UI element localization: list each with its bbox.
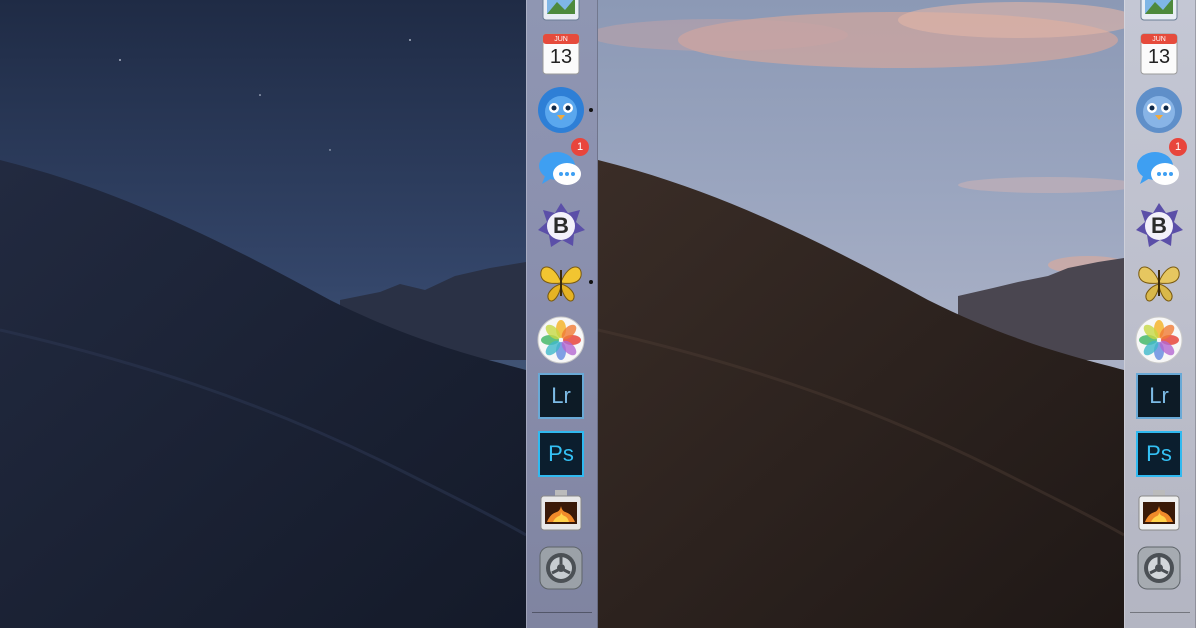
- dock-item-photos[interactable]: [535, 314, 587, 366]
- dock-item-photo-booth[interactable]: [1133, 486, 1185, 538]
- dock-item-calendar[interactable]: JUN 13: [535, 28, 587, 80]
- dock-dark: JUN 13 1 B Lr Ps: [526, 0, 598, 628]
- running-indicator: [589, 108, 593, 112]
- lightroom-icon: Lr: [538, 373, 584, 419]
- unread-badge: 1: [1169, 138, 1187, 156]
- photos-flower-icon: [1135, 316, 1183, 364]
- bbedit-letter: B: [553, 213, 569, 238]
- calendar-day: 13: [549, 46, 573, 68]
- desktop-wallpaper-night: [0, 0, 526, 628]
- dock-item-preview[interactable]: [1133, 0, 1185, 28]
- running-indicator: [589, 280, 593, 284]
- dock-item-tweetbot[interactable]: [535, 84, 593, 136]
- gear-icon: [539, 546, 583, 590]
- desktop-wallpaper-day: [598, 0, 1124, 628]
- unread-badge: 1: [571, 138, 589, 156]
- butterfly-icon: [540, 266, 582, 302]
- dock-item-tes[interactable]: [535, 256, 593, 308]
- dock-item-photo-booth[interactable]: [535, 486, 587, 538]
- mojave-day-wallpaper: [598, 0, 1124, 628]
- photoshop-icon: Ps: [538, 431, 584, 477]
- mojave-night-wallpaper: [0, 0, 526, 628]
- dock-item-tes[interactable]: [1133, 256, 1185, 308]
- photoshop-icon: Ps: [1136, 431, 1182, 477]
- dock-item-preview[interactable]: [535, 0, 587, 28]
- dock-item-messages[interactable]: 1: [1133, 138, 1187, 194]
- dock-item-tweetbot[interactable]: [1133, 84, 1185, 136]
- tweetbot-bird-icon: [1136, 87, 1182, 133]
- dock-item-photos[interactable]: [1133, 314, 1185, 366]
- dock-item-calendar[interactable]: JUN 13: [1133, 28, 1185, 80]
- dock-light: JUN 13 1 B Lr Ps: [1124, 0, 1196, 628]
- butterfly-icon: [1138, 266, 1180, 302]
- tweetbot-bird-icon: [538, 87, 584, 133]
- dock-item-messages[interactable]: 1: [535, 138, 589, 194]
- calendar-day: 13: [1147, 46, 1171, 68]
- dock-item-lightroom[interactable]: Lr: [1133, 370, 1185, 422]
- lightroom-icon: Lr: [1136, 373, 1182, 419]
- dock-item-bbedit[interactable]: B: [535, 200, 587, 252]
- bbedit-letter: B: [1151, 213, 1167, 238]
- calendar-month: JUN: [1152, 36, 1166, 43]
- photo-booth-icon: [1138, 490, 1180, 531]
- preview-icon: [542, 0, 580, 21]
- preview-icon: [1140, 0, 1178, 21]
- dock-item-system-preferences[interactable]: [535, 542, 587, 594]
- calendar-month: JUN: [554, 36, 568, 43]
- dock-item-photoshop[interactable]: Ps: [535, 428, 587, 480]
- gear-icon: [1137, 546, 1181, 590]
- dock-item-bbedit[interactable]: B: [1133, 200, 1185, 252]
- dock-separator: [1130, 612, 1190, 613]
- dock-item-system-preferences[interactable]: [1133, 542, 1185, 594]
- dock-item-photoshop[interactable]: Ps: [1133, 428, 1185, 480]
- photo-booth-icon: [540, 490, 582, 531]
- dock-item-lightroom[interactable]: Lr: [535, 370, 587, 422]
- dock-separator: [532, 612, 592, 613]
- photos-flower-icon: [537, 316, 585, 364]
